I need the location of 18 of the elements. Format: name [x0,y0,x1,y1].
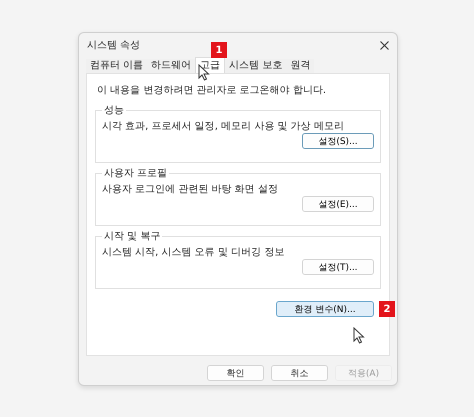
step-badge: 1 [211,42,227,58]
dialog-button[interactable]: 취소 [271,365,328,381]
window-title: 시스템 속성 [87,39,140,52]
settings-button[interactable]: 설정(S)... [302,133,374,149]
group-title: 사용자 프로필 [103,167,168,180]
settings-button[interactable]: 설정(E)... [302,196,374,212]
group-title: 성능 [103,104,125,117]
group-description: 시각 효과, 프로세서 일정, 메모리 사용 및 가상 메모리 [102,120,345,133]
notice-text: 이 내용을 변경하려면 관리자로 로그온해야 합니다. [97,84,328,97]
environment-variables-button[interactable]: 환경 변수(N)... [276,301,374,317]
group-description: 사용자 로그인에 관련된 바탕 화면 설정 [102,183,279,196]
group-description: 시스템 시작, 시스템 오류 및 디버깅 정보 [102,246,286,259]
step-badge: 2 [379,301,395,317]
dialog-button[interactable]: 확인 [207,365,264,381]
close-icon[interactable] [380,40,389,50]
group-title: 시작 및 복구 [103,230,162,243]
settings-button[interactable]: 설정(T)... [302,259,374,275]
cursor-icon [353,327,365,344]
